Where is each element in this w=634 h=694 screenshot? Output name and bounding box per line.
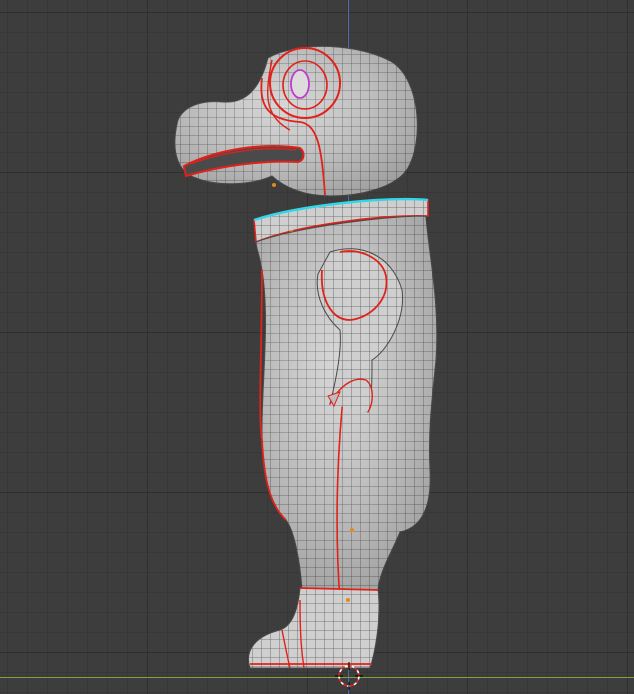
eye-icon: [290, 69, 310, 99]
boot-mesh: [248, 587, 380, 669]
crocodile-mesh-model[interactable]: [0, 0, 634, 694]
head-mesh: [174, 45, 418, 197]
3d-viewport[interactable]: [0, 0, 634, 694]
